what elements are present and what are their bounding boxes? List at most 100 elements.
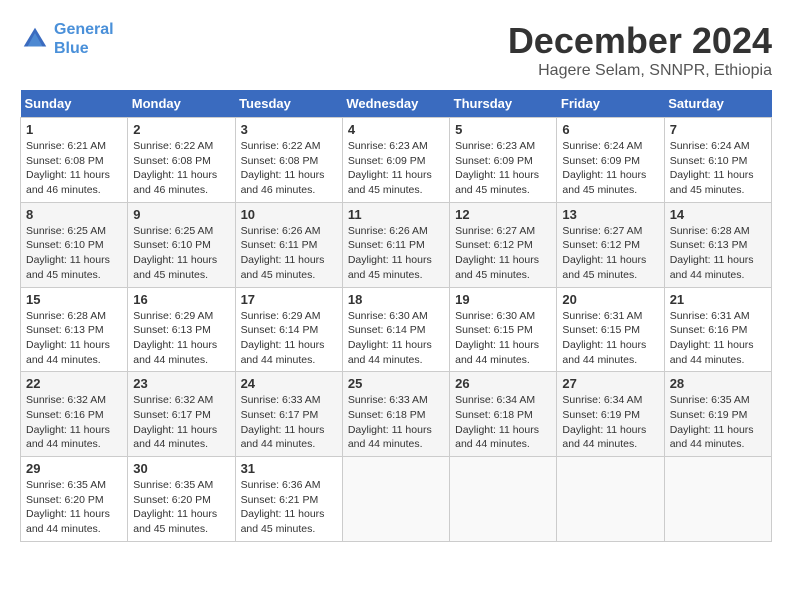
calendar-cell: 14 Sunrise: 6:28 AMSunset: 6:13 PMDaylig… (664, 202, 771, 287)
weekday-header-thursday: Thursday (450, 90, 557, 118)
day-number: 26 (455, 376, 551, 391)
calendar-cell: 29 Sunrise: 6:35 AMSunset: 6:20 PMDaylig… (21, 457, 128, 542)
weekday-header-tuesday: Tuesday (235, 90, 342, 118)
calendar-week-row: 22 Sunrise: 6:32 AMSunset: 6:16 PMDaylig… (21, 372, 772, 457)
day-info: Sunrise: 6:35 AMSunset: 6:19 PMDaylight:… (670, 393, 766, 452)
calendar-cell: 26 Sunrise: 6:34 AMSunset: 6:18 PMDaylig… (450, 372, 557, 457)
day-number: 21 (670, 292, 766, 307)
month-title: December 2024 (508, 20, 772, 62)
calendar-cell: 6 Sunrise: 6:24 AMSunset: 6:09 PMDayligh… (557, 118, 664, 203)
day-number: 27 (562, 376, 658, 391)
calendar-cell: 17 Sunrise: 6:29 AMSunset: 6:14 PMDaylig… (235, 287, 342, 372)
calendar-cell (557, 457, 664, 542)
weekday-header-row: SundayMondayTuesdayWednesdayThursdayFrid… (21, 90, 772, 118)
logo-text: General Blue (54, 20, 114, 58)
calendar-cell: 20 Sunrise: 6:31 AMSunset: 6:15 PMDaylig… (557, 287, 664, 372)
logo-line2: Blue (54, 40, 89, 57)
calendar-week-row: 15 Sunrise: 6:28 AMSunset: 6:13 PMDaylig… (21, 287, 772, 372)
day-number: 23 (133, 376, 229, 391)
calendar-table: SundayMondayTuesdayWednesdayThursdayFrid… (20, 90, 772, 542)
calendar-cell: 9 Sunrise: 6:25 AMSunset: 6:10 PMDayligh… (128, 202, 235, 287)
calendar-cell: 4 Sunrise: 6:23 AMSunset: 6:09 PMDayligh… (342, 118, 449, 203)
day-number: 29 (26, 461, 122, 476)
calendar-week-row: 1 Sunrise: 6:21 AMSunset: 6:08 PMDayligh… (21, 118, 772, 203)
day-info: Sunrise: 6:30 AMSunset: 6:14 PMDaylight:… (348, 309, 444, 368)
day-number: 7 (670, 122, 766, 137)
day-number: 3 (241, 122, 337, 137)
day-info: Sunrise: 6:31 AMSunset: 6:16 PMDaylight:… (670, 309, 766, 368)
day-info: Sunrise: 6:35 AMSunset: 6:20 PMDaylight:… (26, 478, 122, 537)
day-info: Sunrise: 6:23 AMSunset: 6:09 PMDaylight:… (455, 139, 551, 198)
calendar-cell: 7 Sunrise: 6:24 AMSunset: 6:10 PMDayligh… (664, 118, 771, 203)
day-number: 16 (133, 292, 229, 307)
calendar-cell: 21 Sunrise: 6:31 AMSunset: 6:16 PMDaylig… (664, 287, 771, 372)
day-info: Sunrise: 6:32 AMSunset: 6:17 PMDaylight:… (133, 393, 229, 452)
calendar-cell: 24 Sunrise: 6:33 AMSunset: 6:17 PMDaylig… (235, 372, 342, 457)
day-info: Sunrise: 6:34 AMSunset: 6:18 PMDaylight:… (455, 393, 551, 452)
calendar-cell: 11 Sunrise: 6:26 AMSunset: 6:11 PMDaylig… (342, 202, 449, 287)
calendar-cell: 2 Sunrise: 6:22 AMSunset: 6:08 PMDayligh… (128, 118, 235, 203)
calendar-cell: 13 Sunrise: 6:27 AMSunset: 6:12 PMDaylig… (557, 202, 664, 287)
day-info: Sunrise: 6:33 AMSunset: 6:17 PMDaylight:… (241, 393, 337, 452)
weekday-header-friday: Friday (557, 90, 664, 118)
calendar-cell: 19 Sunrise: 6:30 AMSunset: 6:15 PMDaylig… (450, 287, 557, 372)
calendar-cell: 10 Sunrise: 6:26 AMSunset: 6:11 PMDaylig… (235, 202, 342, 287)
day-info: Sunrise: 6:35 AMSunset: 6:20 PMDaylight:… (133, 478, 229, 537)
calendar-cell: 22 Sunrise: 6:32 AMSunset: 6:16 PMDaylig… (21, 372, 128, 457)
day-number: 31 (241, 461, 337, 476)
calendar-cell: 1 Sunrise: 6:21 AMSunset: 6:08 PMDayligh… (21, 118, 128, 203)
day-number: 25 (348, 376, 444, 391)
calendar-cell: 8 Sunrise: 6:25 AMSunset: 6:10 PMDayligh… (21, 202, 128, 287)
logo: General Blue (20, 20, 114, 58)
day-info: Sunrise: 6:26 AMSunset: 6:11 PMDaylight:… (348, 224, 444, 283)
day-number: 2 (133, 122, 229, 137)
day-number: 11 (348, 207, 444, 222)
calendar-cell: 31 Sunrise: 6:36 AMSunset: 6:21 PMDaylig… (235, 457, 342, 542)
calendar-cell: 28 Sunrise: 6:35 AMSunset: 6:19 PMDaylig… (664, 372, 771, 457)
day-number: 17 (241, 292, 337, 307)
day-info: Sunrise: 6:29 AMSunset: 6:14 PMDaylight:… (241, 309, 337, 368)
day-number: 10 (241, 207, 337, 222)
calendar-cell: 12 Sunrise: 6:27 AMSunset: 6:12 PMDaylig… (450, 202, 557, 287)
day-number: 15 (26, 292, 122, 307)
calendar-cell: 3 Sunrise: 6:22 AMSunset: 6:08 PMDayligh… (235, 118, 342, 203)
day-info: Sunrise: 6:22 AMSunset: 6:08 PMDaylight:… (241, 139, 337, 198)
day-info: Sunrise: 6:24 AMSunset: 6:09 PMDaylight:… (562, 139, 658, 198)
calendar-cell: 30 Sunrise: 6:35 AMSunset: 6:20 PMDaylig… (128, 457, 235, 542)
day-number: 4 (348, 122, 444, 137)
weekday-header-saturday: Saturday (664, 90, 771, 118)
day-info: Sunrise: 6:33 AMSunset: 6:18 PMDaylight:… (348, 393, 444, 452)
day-info: Sunrise: 6:27 AMSunset: 6:12 PMDaylight:… (562, 224, 658, 283)
calendar-cell: 18 Sunrise: 6:30 AMSunset: 6:14 PMDaylig… (342, 287, 449, 372)
day-number: 22 (26, 376, 122, 391)
weekday-header-wednesday: Wednesday (342, 90, 449, 118)
day-info: Sunrise: 6:23 AMSunset: 6:09 PMDaylight:… (348, 139, 444, 198)
day-info: Sunrise: 6:30 AMSunset: 6:15 PMDaylight:… (455, 309, 551, 368)
day-info: Sunrise: 6:36 AMSunset: 6:21 PMDaylight:… (241, 478, 337, 537)
weekday-header-sunday: Sunday (21, 90, 128, 118)
day-info: Sunrise: 6:32 AMSunset: 6:16 PMDaylight:… (26, 393, 122, 452)
day-info: Sunrise: 6:26 AMSunset: 6:11 PMDaylight:… (241, 224, 337, 283)
calendar-cell (664, 457, 771, 542)
calendar-cell: 5 Sunrise: 6:23 AMSunset: 6:09 PMDayligh… (450, 118, 557, 203)
day-number: 6 (562, 122, 658, 137)
day-info: Sunrise: 6:28 AMSunset: 6:13 PMDaylight:… (26, 309, 122, 368)
day-info: Sunrise: 6:21 AMSunset: 6:08 PMDaylight:… (26, 139, 122, 198)
day-number: 28 (670, 376, 766, 391)
day-info: Sunrise: 6:34 AMSunset: 6:19 PMDaylight:… (562, 393, 658, 452)
day-number: 24 (241, 376, 337, 391)
day-number: 12 (455, 207, 551, 222)
day-number: 1 (26, 122, 122, 137)
day-number: 20 (562, 292, 658, 307)
logo-icon (20, 24, 50, 54)
day-info: Sunrise: 6:29 AMSunset: 6:13 PMDaylight:… (133, 309, 229, 368)
day-number: 18 (348, 292, 444, 307)
day-number: 30 (133, 461, 229, 476)
calendar-cell: 23 Sunrise: 6:32 AMSunset: 6:17 PMDaylig… (128, 372, 235, 457)
day-number: 19 (455, 292, 551, 307)
title-block: December 2024 Hagere Selam, SNNPR, Ethio… (508, 20, 772, 80)
day-info: Sunrise: 6:24 AMSunset: 6:10 PMDaylight:… (670, 139, 766, 198)
page-header: General Blue December 2024 Hagere Selam,… (20, 20, 772, 80)
calendar-week-row: 8 Sunrise: 6:25 AMSunset: 6:10 PMDayligh… (21, 202, 772, 287)
day-number: 14 (670, 207, 766, 222)
